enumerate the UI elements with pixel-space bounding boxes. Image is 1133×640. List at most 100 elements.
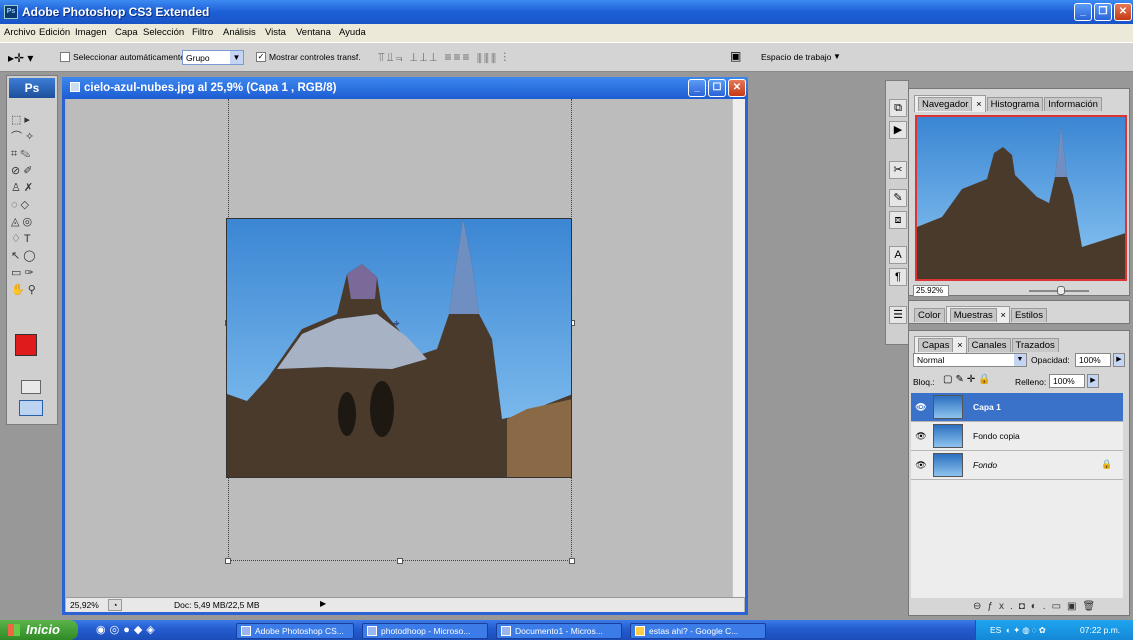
layer-name: Fondo copia <box>973 431 1020 441</box>
layer-thumbnail <box>933 424 963 448</box>
tool-icons[interactable]: ⬚▸ ⌒✧ ⌗✎ ⊘✐ ♙✗ ◌◇ ◬◎ ♢T ↖◯ ▭✑ ✋⚲ <box>11 112 55 299</box>
tab-informacion[interactable]: Información <box>1044 97 1102 111</box>
menu-ayuda[interactable]: Ayuda <box>339 27 366 38</box>
tools-panel: Ps ⬚▸ ⌒✧ ⌗✎ ⊘✐ ♙✗ ◌◇ ◬◎ ♢T ↖◯ ▭✑ ✋⚲ <box>6 75 58 425</box>
doc-minimize-button[interactable]: _ <box>688 79 706 97</box>
document-status-bar: 25,92% ◔ Doc: 5,49 MB/22,5 MB ▶ <box>66 597 744 612</box>
layers-panel: Capas × Canales Trazados Normal ▼ Opacidad… <box>908 330 1130 616</box>
eye-icon[interactable]: 👁 <box>915 430 927 442</box>
navigator-slider-thumb[interactable] <box>1057 286 1065 295</box>
collapsed-panels-dock: ⧉ ▶ ✂ ✎ ⧈ A ¶ ☰ <box>885 80 909 345</box>
doc-close-button[interactable]: ✕ <box>728 79 746 97</box>
layer-row-capa-1[interactable]: 👁 Capa 1 <box>911 393 1123 422</box>
character-icon[interactable]: A <box>889 246 907 264</box>
opacity-label: Opacidad: <box>1031 355 1070 365</box>
clone-source-icon[interactable]: ⧈ <box>889 211 907 229</box>
eye-icon[interactable]: 👁 <box>915 459 927 471</box>
task-documento1[interactable]: Documento1 - Micros... <box>496 623 622 639</box>
start-button[interactable]: Inicio <box>0 620 78 640</box>
menu-capa[interactable]: Capa <box>115 27 138 38</box>
menu-seleccion[interactable]: Selección <box>143 27 184 38</box>
foreground-color-swatch[interactable] <box>15 334 37 356</box>
doc-maximize-button[interactable]: ☐ <box>708 79 726 97</box>
fill-field[interactable]: 100% <box>1049 374 1085 388</box>
layer-thumbnail <box>933 395 963 419</box>
move-tool-icon[interactable]: ▸✛ ▾ <box>8 51 33 65</box>
tab-canales[interactable]: Canales <box>967 338 1011 352</box>
transform-handle[interactable] <box>225 558 231 564</box>
opacity-field[interactable]: 100% <box>1075 353 1111 367</box>
task-photoshop[interactable]: Adobe Photoshop CS... <box>236 623 354 639</box>
vertical-scrollbar[interactable] <box>732 99 745 597</box>
blend-mode-dropdown[interactable]: Normal ▼ <box>913 353 1027 367</box>
fill-arrow-icon[interactable]: ▶ <box>1087 374 1099 388</box>
tab-trazados[interactable]: Trazados <box>1011 338 1059 352</box>
eye-icon[interactable]: 👁 <box>915 401 927 413</box>
workspace-chevron-icon[interactable]: ▼ <box>833 52 841 61</box>
workspace-icon[interactable]: ▣ <box>730 49 741 63</box>
transform-handle[interactable] <box>569 558 575 564</box>
clock: 07:22 p.m. <box>1080 625 1121 635</box>
auto-select-label: Seleccionar automáticamente: <box>73 52 188 62</box>
document-icon <box>70 82 80 92</box>
language-indicator[interactable]: ES <box>990 620 1001 640</box>
status-menu-arrow-icon[interactable]: ▶ <box>320 599 326 608</box>
zoom-level[interactable]: 25,92% <box>70 600 99 610</box>
navigator-preview[interactable] <box>915 115 1127 281</box>
task-google-chrome[interactable]: estas ahi? - Google C... <box>630 623 766 639</box>
tool-presets-icon[interactable]: ✂ <box>889 161 907 179</box>
document-title-bar: cielo-azul-nubes.jpg al 25,9% (Capa 1 , … <box>62 77 748 99</box>
tray-icons[interactable]: ◐✦◍◌✿ <box>1006 620 1048 640</box>
quick-launch-icons[interactable]: ◉◎●◆◈ <box>96 623 159 636</box>
align-icons[interactable]: ⫪⫫⫬ ⊥⊥⊥ ≡≡≡ ⫴⫴⫴ ⫶ <box>378 50 508 65</box>
menu-filtro[interactable]: Filtro <box>192 27 213 38</box>
auto-select-value: Grupo <box>186 53 210 63</box>
brushes-icon[interactable]: ✎ <box>889 189 907 207</box>
layer-actions-icons[interactable]: ⊖ƒx.◘◐.▭▣🗑 <box>973 601 1101 612</box>
menu-vista[interactable]: Vista <box>265 27 286 38</box>
task-photodhoop[interactable]: photodhoop - Microso... <box>362 623 488 639</box>
tab-color[interactable]: Color <box>914 308 945 322</box>
zoom-icon[interactable]: ◔ <box>108 599 122 611</box>
menu-edicion[interactable]: Edición <box>39 27 70 38</box>
opacity-arrow-icon[interactable]: ▶ <box>1113 353 1125 367</box>
system-tray: ES ◐✦◍◌✿ 07:22 p.m. <box>975 620 1133 640</box>
chevron-down-icon: ▼ <box>230 51 243 64</box>
chevron-down-icon: ▼ <box>1014 354 1026 366</box>
workspace-label[interactable]: Espacio de trabajo <box>761 52 831 62</box>
history-icon[interactable]: ⧉ <box>889 99 907 117</box>
menu-ventana[interactable]: Ventana <box>296 27 331 38</box>
ps-logo: Ps <box>9 78 55 98</box>
actions-icon[interactable]: ▶ <box>889 121 907 139</box>
screen-mode-icon[interactable] <box>19 400 43 416</box>
auto-select-checkbox[interactable] <box>60 52 70 63</box>
show-transform-label: Mostrar controles transf. <box>269 52 361 62</box>
transform-handle[interactable] <box>397 558 403 564</box>
layer-comps-icon[interactable]: ☰ <box>889 306 907 324</box>
minimize-button[interactable]: _ <box>1074 3 1092 21</box>
show-transform-checkbox[interactable]: ✓ <box>256 52 266 63</box>
menu-analisis[interactable]: Análisis <box>223 27 256 38</box>
restore-button[interactable]: ❐ <box>1094 3 1112 21</box>
layer-name: Fondo <box>973 460 998 470</box>
paragraph-icon[interactable]: ¶ <box>889 268 907 286</box>
navigator-zoom-field[interactable]: 25.92% <box>913 285 949 297</box>
lock-label: Bloq.: <box>913 377 935 387</box>
reference-point-icon[interactable]: ⌖ <box>393 316 400 331</box>
quick-mask-icon[interactable] <box>21 380 41 394</box>
tab-estilos[interactable]: Estilos <box>1010 308 1047 322</box>
lock-icon: 🔒 <box>1101 459 1113 469</box>
document-info: Doc: 5,49 MB/22,5 MB <box>174 600 260 610</box>
layer-image[interactable] <box>226 218 572 478</box>
layer-row-fondo-copia[interactable]: 👁 Fondo copia <box>911 422 1123 451</box>
menu-imagen[interactable]: Imagen <box>75 27 107 38</box>
tab-histograma[interactable]: Histograma <box>986 97 1044 111</box>
layer-row-fondo[interactable]: 👁 Fondo 🔒 <box>911 451 1123 480</box>
lock-icons[interactable]: ▢✎✛🔒 <box>943 374 994 385</box>
tab-capas[interactable]: Capas × <box>914 336 967 353</box>
auto-select-dropdown[interactable]: Grupo ▼ <box>182 50 244 65</box>
tab-muestras[interactable]: Muestras × <box>945 306 1010 323</box>
close-button[interactable]: ✕ <box>1114 3 1132 21</box>
menu-archivo[interactable]: Archivo <box>4 27 36 38</box>
tab-navegador[interactable]: Navegador × <box>914 95 986 112</box>
